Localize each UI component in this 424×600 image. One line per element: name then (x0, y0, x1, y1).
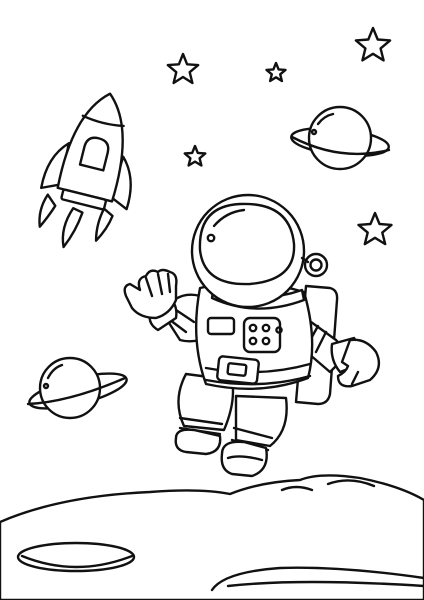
planet-icon (26, 356, 128, 420)
line-art (0, 26, 424, 600)
moon-surface-icon (0, 474, 424, 600)
star-icon (354, 26, 392, 62)
star-icon (183, 144, 207, 167)
rocket-icon (38, 92, 132, 249)
star-icon (265, 61, 287, 83)
astronaut-icon (123, 193, 381, 478)
star-icon (357, 211, 393, 246)
coloring-page (0, 0, 424, 600)
star-icon (166, 52, 200, 85)
planet-icon (290, 105, 391, 171)
